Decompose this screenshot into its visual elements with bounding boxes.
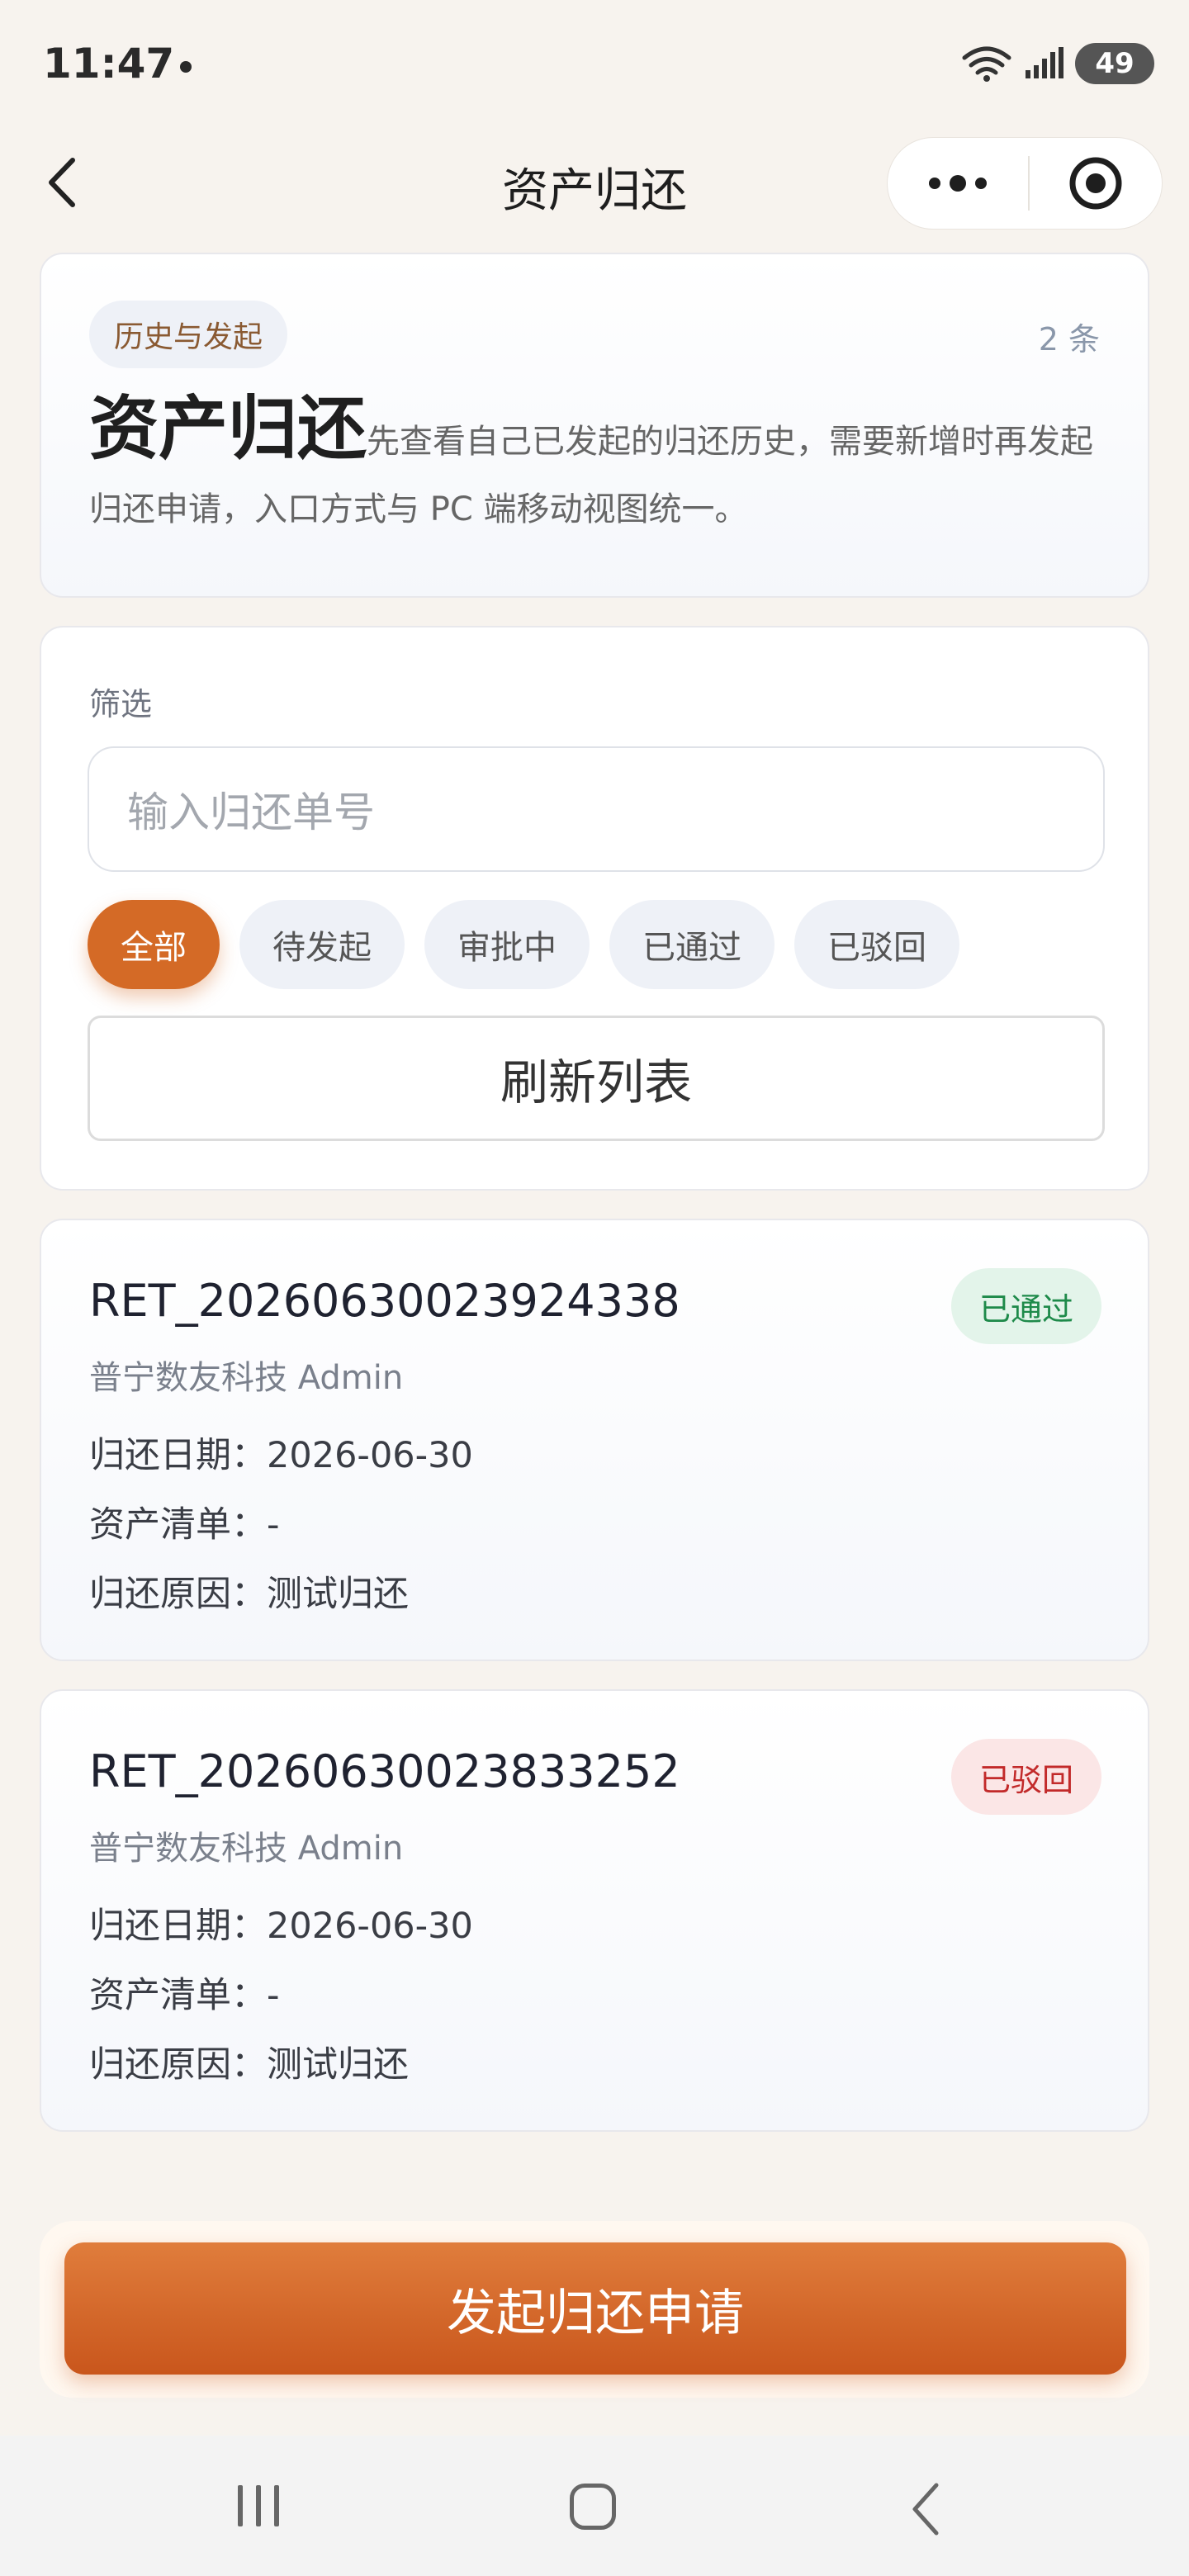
- target-icon: [1069, 157, 1122, 210]
- chip-all[interactable]: 全部: [88, 900, 220, 989]
- status-time: 11:47: [43, 40, 175, 88]
- close-mini-program-button[interactable]: [1030, 138, 1162, 229]
- record-asset-list: 资产清单：-: [89, 1975, 280, 2016]
- record-company: 普宁数友科技 Admin: [89, 1359, 404, 1397]
- refresh-list-button[interactable]: 刷新列表: [88, 1016, 1105, 1141]
- mini-program-capsule: [887, 137, 1163, 230]
- wifi-icon: [962, 46, 1011, 82]
- notification-dot-icon: [180, 61, 192, 73]
- chip-in-approval[interactable]: 审批中: [424, 900, 590, 989]
- chip-pending[interactable]: 待发起: [239, 900, 405, 989]
- record-return-date: 归还日期：2026-06-30: [89, 1906, 473, 1947]
- intro-card: 历史与发起 2 条 资产归还先查看自己已发起的归还历史，需要新增时再发起归还申请…: [40, 253, 1149, 598]
- system-back-icon[interactable]: [908, 2480, 941, 2538]
- chip-rejected[interactable]: 已驳回: [794, 900, 959, 989]
- record-return-date: 归还日期：2026-06-30: [89, 1435, 473, 1476]
- submit-return-request-button[interactable]: 发起归还申请: [64, 2242, 1126, 2375]
- filter-label: 筛选: [89, 686, 153, 722]
- record-id: RET_20260630023833252: [89, 1745, 680, 1797]
- status-icons: 49: [961, 43, 1154, 84]
- status-badge: 已通过: [950, 1268, 1101, 1344]
- filter-card: 筛选 输入归还单号 全部 待发起 审批中 已通过 已驳回 刷新列表: [40, 626, 1149, 1191]
- status-badge: 已驳回: [950, 1739, 1101, 1815]
- intro-heading: 资产归还: [89, 388, 367, 469]
- record-asset-list: 资产清单：-: [89, 1504, 280, 1546]
- record-id: RET_20260630023924338: [89, 1275, 680, 1327]
- recent-apps-icon[interactable]: [238, 2485, 279, 2526]
- status-filter-chips: 全部 待发起 审批中 已通过 已驳回: [88, 900, 959, 989]
- intro-text: 资产归还先查看自己已发起的归还历史，需要新增时再发起归还申请，入口方式与 PC …: [89, 394, 1105, 543]
- more-menu-button[interactable]: [888, 138, 1028, 229]
- chip-approved[interactable]: 已通过: [609, 900, 775, 989]
- more-dots-icon: [929, 175, 987, 192]
- record-company: 普宁数友科技 Admin: [89, 1830, 404, 1868]
- record-return-reason: 归还原因：测试归还: [89, 2044, 409, 2086]
- record-count: 2 条: [1038, 321, 1100, 358]
- battery-indicator: 49: [1075, 43, 1154, 84]
- record-card[interactable]: RET_20260630023833252 已驳回 普宁数友科技 Admin 归…: [40, 1689, 1149, 2132]
- record-card[interactable]: RET_20260630023924338 已通过 普宁数友科技 Admin 归…: [40, 1219, 1149, 1661]
- record-return-reason: 归还原因：测试归还: [89, 1574, 409, 1615]
- signal-icon: [1026, 47, 1063, 78]
- home-icon[interactable]: [570, 2484, 616, 2530]
- section-tag: 历史与发起: [89, 301, 288, 368]
- search-input[interactable]: 输入归还单号: [88, 746, 1105, 872]
